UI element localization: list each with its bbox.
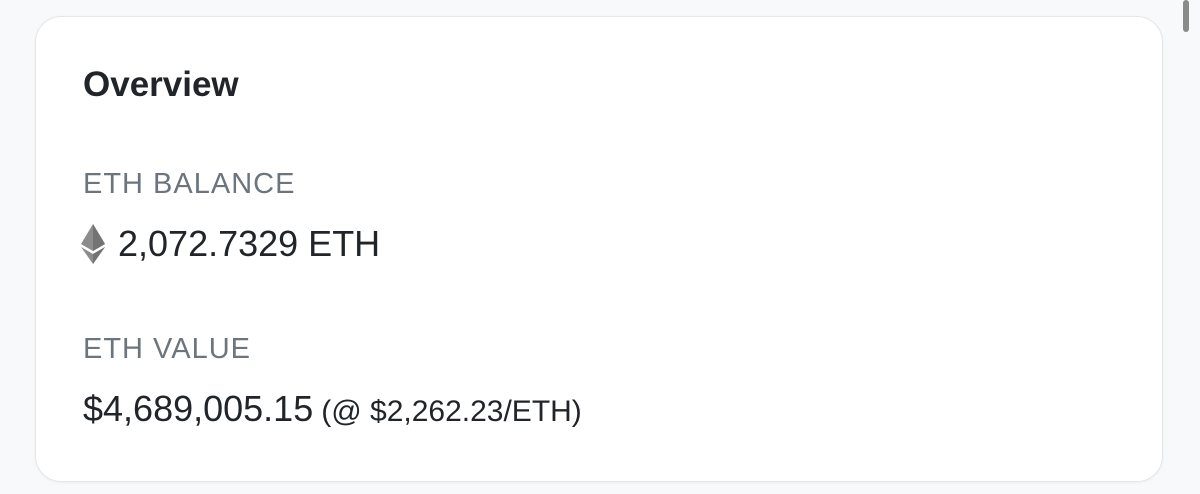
eth-balance-label: ETH BALANCE [83, 168, 296, 200]
overview-title: Overview [83, 65, 239, 104]
ethereum-icon [81, 224, 105, 264]
page: Overview ETH BALANCE 2,072.7329 ETH ETH … [0, 0, 1200, 494]
eth-value-row: $4,689,005.15 (@ $2,262.23/ETH) [83, 387, 582, 439]
eth-value-amount: $4,689,005.15 [83, 388, 314, 429]
overview-card: Overview ETH BALANCE 2,072.7329 ETH ETH … [35, 16, 1163, 482]
eth-value-label: ETH VALUE [83, 333, 252, 365]
scrollbar-thumb[interactable] [1183, 0, 1189, 32]
eth-balance-row: 2,072.7329 ETH [81, 222, 380, 266]
eth-price-rate: (@ $2,262.23/ETH) [321, 395, 582, 428]
eth-balance-value: 2,072.7329 ETH [118, 223, 381, 264]
